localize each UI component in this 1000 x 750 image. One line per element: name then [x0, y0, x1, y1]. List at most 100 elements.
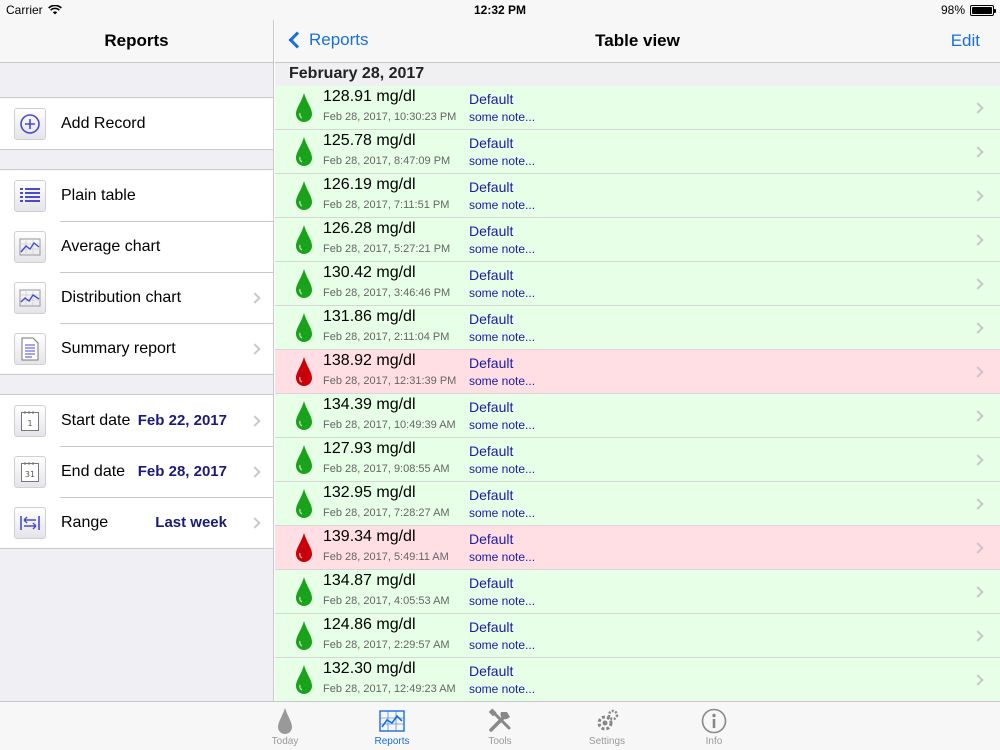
record-note: some note... — [469, 506, 536, 520]
record-category: Default — [469, 663, 514, 679]
record-value: 126.28 mg/dl — [323, 220, 416, 237]
green-drop-icon — [296, 665, 312, 694]
green-drop-icon — [296, 489, 312, 518]
green-drop-icon — [296, 313, 312, 342]
chevron-right-icon — [249, 342, 261, 355]
table-row[interactable]: 130.42 mg/dl Feb 28, 2017, 3:46:46 PM Defa… — [275, 262, 1000, 306]
chevron-right-icon — [972, 497, 984, 510]
start-date-row[interactable]: 1 Start date Feb 22, 2017 — [0, 395, 273, 446]
range-label: Range — [61, 513, 109, 531]
record-timestamp: Feb 28, 2017, 10:30:23 PM — [323, 111, 457, 123]
page-title: Table view — [595, 31, 680, 50]
record-timestamp: Feb 28, 2017, 5:27:21 PM — [323, 243, 451, 255]
start-date-value: Feb 22, 2017 — [137, 412, 227, 429]
record-note: some note... — [469, 462, 536, 476]
reports-sidebar: Reports Add Record Plain table Average c… — [0, 20, 274, 701]
range-value: Last week — [155, 514, 227, 531]
green-drop-icon — [296, 621, 312, 650]
sidebar-item-label: Summary report — [61, 339, 176, 357]
add-circle-icon — [14, 107, 46, 140]
table-row[interactable]: 134.39 mg/dl Feb 28, 2017, 10:49:39 AM Def… — [275, 394, 1000, 438]
end-date-row[interactable]: 31 End date Feb 28, 2017 — [0, 446, 273, 497]
chevron-right-icon — [972, 409, 984, 422]
chart-icon — [357, 706, 427, 736]
list-icon — [14, 179, 46, 212]
table-row[interactable]: 132.30 mg/dl Feb 28, 2017, 12:49:23 AM Def… — [275, 658, 1000, 701]
status-right: 98% — [941, 3, 996, 17]
record-note: some note... — [469, 374, 536, 388]
table-row[interactable]: 138.92 mg/dl Feb 28, 2017, 12:31:39 PM Def… — [275, 350, 1000, 394]
record-note: some note... — [469, 550, 536, 564]
table-row[interactable]: 132.95 mg/dl Feb 28, 2017, 7:28:27 AM Defa… — [275, 482, 1000, 526]
table-row[interactable]: 134.87 mg/dl Feb 28, 2017, 4:05:53 AM Defa… — [275, 570, 1000, 614]
table-row[interactable]: 139.34 mg/dl Feb 28, 2017, 5:49:11 AM Defa… — [275, 526, 1000, 570]
table-row[interactable]: 125.78 mg/dl Feb 28, 2017, 8:47:09 PM Defa… — [275, 130, 1000, 174]
table-row[interactable]: 127.93 mg/dl Feb 28, 2017, 9:08:55 AM Defa… — [275, 438, 1000, 482]
edit-button[interactable]: Edit — [951, 31, 980, 51]
record-category: Default — [469, 355, 514, 371]
record-timestamp: Feb 28, 2017, 12:31:39 PM — [323, 375, 457, 387]
table-row[interactable]: 126.19 mg/dl Feb 28, 2017, 7:11:51 PM Defa… — [275, 174, 1000, 218]
tab-bar: Today Reports Tools Settings Info — [0, 701, 1000, 750]
calendar-icon: 1 — [14, 404, 46, 437]
record-note: some note... — [469, 286, 536, 300]
status-time: 12:32 PM — [473, 3, 527, 17]
tab-reports[interactable]: Reports — [357, 706, 427, 747]
record-note: some note... — [469, 198, 536, 212]
record-value: 132.30 mg/dl — [323, 660, 416, 677]
tab-info[interactable]: Info — [679, 706, 749, 747]
sidebar-item-average-chart[interactable]: Average chart — [0, 221, 273, 272]
chevron-right-icon — [249, 414, 261, 427]
record-timestamp: Feb 28, 2017, 12:49:23 AM — [323, 683, 456, 695]
table-row[interactable]: 126.28 mg/dl Feb 28, 2017, 5:27:21 PM Defa… — [275, 218, 1000, 262]
chevron-right-icon — [249, 516, 261, 529]
tab-tools[interactable]: Tools — [465, 706, 535, 747]
table-row[interactable]: 124.86 mg/dl Feb 28, 2017, 2:29:57 AM Defa… — [275, 614, 1000, 658]
chevron-right-icon — [972, 453, 984, 466]
sidebar-item-distribution-chart[interactable]: Distribution chart — [0, 272, 273, 323]
tab-today[interactable]: Today — [250, 706, 320, 747]
tab-label: Info — [705, 736, 723, 747]
record-timestamp: Feb 28, 2017, 5:49:11 AM — [323, 551, 449, 563]
record-note: some note... — [469, 638, 536, 652]
sidebar-item-label: Average chart — [61, 237, 161, 255]
chevron-right-icon — [972, 365, 984, 378]
record-category: Default — [469, 135, 514, 151]
green-drop-icon — [296, 181, 312, 210]
record-category: Default — [469, 619, 514, 635]
record-category: Default — [469, 223, 514, 239]
table-row[interactable]: 128.91 mg/dl Feb 28, 2017, 10:30:23 PM Def… — [275, 86, 1000, 130]
range-row[interactable]: Range Last week — [0, 497, 273, 548]
tab-settings[interactable]: Settings — [572, 706, 642, 747]
red-drop-icon — [296, 533, 312, 562]
record-category: Default — [469, 179, 514, 195]
green-drop-icon — [296, 401, 312, 430]
green-drop-icon — [296, 269, 312, 298]
table-row[interactable]: 131.86 mg/dl Feb 28, 2017, 2:11:04 PM Defa… — [275, 306, 1000, 350]
record-value: 128.91 mg/dl — [323, 88, 416, 105]
report-types-group: Plain table Average chart Distribution c… — [0, 169, 273, 375]
sidebar-item-summary-report[interactable]: Summary report — [0, 323, 273, 374]
end-date-value: Feb 28, 2017 — [137, 463, 227, 480]
chevron-right-icon — [972, 585, 984, 598]
record-value: 125.78 mg/dl — [323, 132, 416, 149]
drop-icon — [250, 706, 320, 736]
record-value: 127.93 mg/dl — [323, 440, 416, 457]
record-value: 131.86 mg/dl — [323, 308, 416, 325]
document-icon — [14, 332, 46, 365]
sidebar-item-plain-table[interactable]: Plain table — [0, 170, 273, 221]
record-value: 138.92 mg/dl — [323, 352, 416, 369]
chevron-right-icon — [972, 673, 984, 686]
record-timestamp: Feb 28, 2017, 3:46:46 PM — [323, 287, 451, 299]
battery-icon — [970, 4, 996, 16]
sidebar-item-label: Distribution chart — [61, 288, 182, 306]
add-record-row[interactable]: Add Record — [0, 98, 273, 149]
green-drop-icon — [296, 137, 312, 166]
green-drop-icon — [296, 225, 312, 254]
table-nav-bar: Reports Table view Edit — [275, 20, 1000, 63]
record-timestamp: Feb 28, 2017, 2:11:04 PM — [323, 331, 450, 343]
record-timestamp: Feb 28, 2017, 10:49:39 AM — [323, 419, 456, 431]
record-note: some note... — [469, 418, 536, 432]
record-category: Default — [469, 487, 514, 503]
record-category: Default — [469, 443, 514, 459]
